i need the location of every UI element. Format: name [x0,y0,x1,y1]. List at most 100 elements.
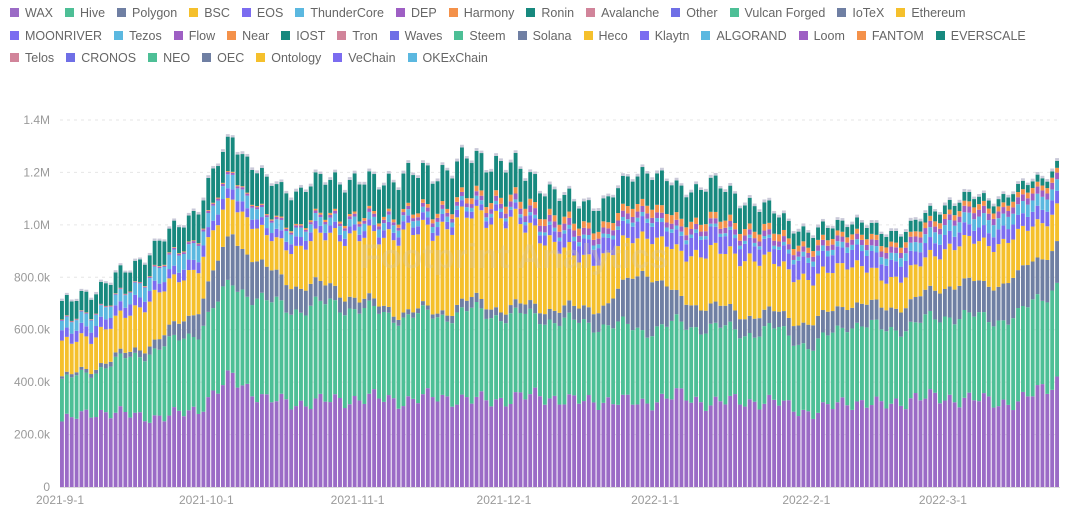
bar-segment-hive[interactable] [894,330,899,399]
bar-segment-hive[interactable] [518,313,523,393]
bar-segment-dep[interactable] [420,202,425,207]
bar-segment-dep[interactable] [952,220,957,226]
bar-segment-eos[interactable] [484,221,489,228]
bar-segment-eos[interactable] [655,221,659,238]
bar-stack[interactable] [650,177,655,487]
bar-segment-dep[interactable] [455,201,459,206]
bar-segment-polygon[interactable] [606,303,611,326]
bar-segment-bsc[interactable] [879,280,884,308]
bar-segment-bsc[interactable] [328,232,333,284]
bar-segment-other[interactable] [884,234,889,237]
bar-segment-hive[interactable] [825,335,830,405]
bar-segment-eos[interactable] [386,221,391,230]
bar-segment-hive[interactable] [879,329,884,402]
bar-segment-eos[interactable] [177,272,181,283]
bar-segment-dep[interactable] [777,241,781,247]
bar-segment-hive[interactable] [942,316,947,401]
bar-segment-thundercore[interactable] [679,231,684,236]
bar-segment-hive[interactable] [806,349,811,412]
bar-segment-ronin[interactable] [650,180,655,210]
bar-segment-harmony[interactable] [738,233,742,241]
bar-segment-wax[interactable] [406,396,411,487]
bar-segment-wax[interactable] [528,394,533,487]
bar-stack[interactable] [679,183,684,487]
bar-segment-ronin[interactable] [372,174,377,211]
bar-segment-dep[interactable] [630,216,635,223]
bar-segment-other[interactable] [372,171,377,175]
bar-segment-ronin[interactable] [674,180,679,213]
bar-segment-other[interactable] [767,197,772,201]
bar-segment-eos[interactable] [440,213,445,222]
bar-segment-thundercore[interactable] [625,219,630,224]
bar-segment-eos[interactable] [791,264,796,283]
bar-segment-polygon[interactable] [274,269,279,297]
bar-segment-dep[interactable] [918,237,923,243]
bar-segment-bsc[interactable] [899,282,903,313]
bar-segment-dep[interactable] [494,195,499,201]
bar-segment-eos[interactable] [455,209,459,218]
bar-segment-other[interactable] [333,169,338,173]
bar-segment-bsc[interactable] [918,266,923,297]
bar-segment-eos[interactable] [738,249,742,267]
bar-segment-harmony[interactable] [903,242,908,248]
bar-segment-polygon[interactable] [138,350,142,358]
bar-stack[interactable] [869,220,874,487]
bar-segment-eos[interactable] [781,245,786,262]
bar-segment-thundercore[interactable] [542,232,547,236]
bar-segment-wax[interactable] [474,396,479,487]
bar-segment-ronin[interactable] [952,205,957,216]
bar-segment-bsc[interactable] [806,280,811,325]
bar-segment-polygon[interactable] [108,361,113,367]
bar-segment-thundercore[interactable] [552,227,557,232]
bar-segment-eos[interactable] [99,316,103,327]
bar-segment-dep[interactable] [986,213,991,221]
bar-segment-ronin[interactable] [142,264,147,287]
bar-segment-harmony[interactable] [420,199,425,203]
bar-segment-hive[interactable] [699,334,703,403]
bar-segment-dep[interactable] [601,227,606,234]
bar-segment-harmony[interactable] [869,233,874,240]
bar-segment-other[interactable] [299,184,303,188]
bar-segment-wax[interactable] [396,408,401,487]
bar-stack[interactable] [630,179,635,487]
bar-segment-thundercore[interactable] [474,195,479,200]
bar-segment-thundercore[interactable] [391,225,396,233]
bar-stack[interactable] [718,185,723,487]
bar-segment-dep[interactable] [225,172,230,175]
bar-segment-wax[interactable] [508,403,513,487]
bar-segment-thundercore[interactable] [230,174,235,190]
bar-segment-wax[interactable] [942,400,947,487]
bar-segment-polygon[interactable] [850,307,855,329]
bar-stack[interactable] [464,156,469,487]
bar-segment-polygon[interactable] [723,305,728,326]
bar-segment-dep[interactable] [489,209,494,214]
bar-segment-hive[interactable] [240,289,245,386]
bar-segment-polygon[interactable] [460,298,464,308]
bar-segment-bsc[interactable] [708,245,713,304]
bar-segment-harmony[interactable] [367,205,372,209]
bar-segment-dep[interactable] [625,213,630,220]
bar-stack[interactable] [435,178,440,487]
bar-segment-hive[interactable] [74,375,79,419]
bar-segment-thundercore[interactable] [538,231,542,236]
bar-segment-dep[interactable] [762,230,767,237]
bar-segment-ronin[interactable] [1025,185,1030,193]
bar-segment-dep[interactable] [172,247,177,250]
bar-segment-polygon[interactable] [669,289,674,321]
bar-segment-polygon[interactable] [303,290,308,316]
bar-segment-ronin[interactable] [503,172,508,207]
bar-segment-ronin[interactable] [840,220,845,232]
bar-stack[interactable] [142,262,147,487]
bar-segment-eos[interactable] [264,228,269,236]
bar-segment-dep[interactable] [167,253,172,255]
bar-segment-harmony[interactable] [616,213,620,221]
bar-segment-other[interactable] [513,150,518,153]
bar-stack[interactable] [699,187,703,487]
bar-segment-harmony[interactable] [640,198,645,206]
bar-segment-harmony[interactable] [216,197,220,199]
bar-segment-dep[interactable] [240,187,245,190]
bar-segment-polygon[interactable] [430,314,435,319]
bar-segment-ronin[interactable] [255,173,259,207]
bar-segment-dep[interactable] [791,255,796,260]
bar-segment-thundercore[interactable] [294,227,299,237]
